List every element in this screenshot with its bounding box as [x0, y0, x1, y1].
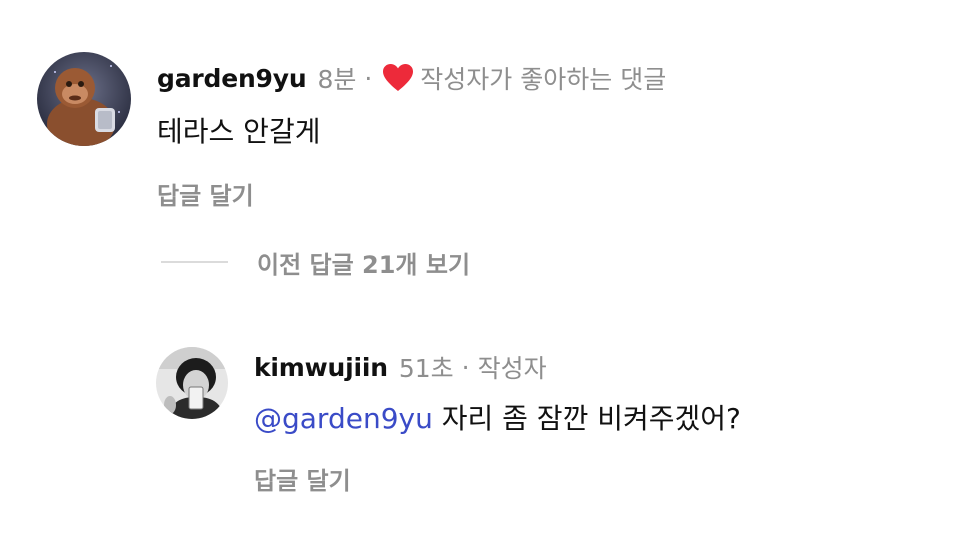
comment-text: 테라스 안갈게	[157, 115, 321, 148]
comment-username[interactable]: garden9yu	[157, 64, 307, 93]
avatar[interactable]	[156, 347, 228, 419]
avatar[interactable]	[37, 52, 131, 146]
divider-line	[161, 261, 228, 263]
reply-header: kimwujiin 51초 · 작성자	[254, 349, 547, 385]
reply-username[interactable]: kimwujiin	[254, 353, 388, 382]
reply-button[interactable]: 답글 달기	[254, 461, 351, 496]
reply-text-container: @garden9yu 자리 좀 잠깐 비켜주겠어?	[254, 397, 741, 437]
comment-timestamp: 8분	[317, 65, 357, 94]
heart-icon	[383, 64, 414, 91]
reply-button[interactable]: 답글 달기	[157, 176, 254, 211]
mention-link[interactable]: @garden9yu	[254, 402, 433, 435]
separator-dot: ·	[364, 63, 373, 93]
avatar-image	[37, 52, 131, 146]
reply-timestamp: 51초	[398, 354, 454, 383]
liked-by-author-label: 작성자가 좋아하는 댓글	[420, 65, 667, 94]
comment-header: garden9yu 8분 · 작성자가 좋아하는 댓글	[157, 60, 666, 96]
reply-text: 자리 좀 잠깐 비켜주겠어?	[432, 402, 741, 435]
view-previous-replies-button[interactable]: 이전 답글 21개 보기	[257, 245, 470, 280]
avatar-image	[156, 347, 228, 419]
separator-dot: ·	[461, 352, 470, 382]
author-badge: 작성자	[477, 354, 547, 383]
